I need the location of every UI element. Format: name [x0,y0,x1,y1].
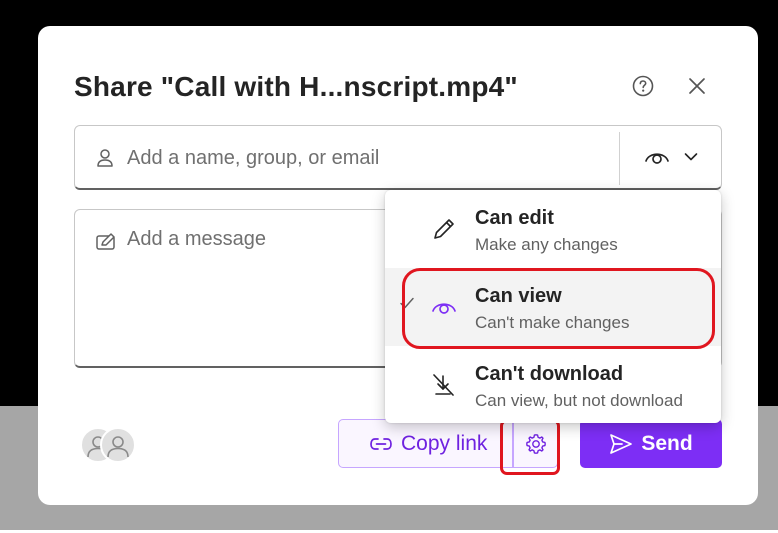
menu-item-can-view[interactable]: Can view Can't make changes [385,268,721,346]
close-icon [689,78,705,94]
menu-item-title: Can't download [475,363,624,385]
menu-item-can-edit[interactable]: Can edit Make any changes [385,190,721,268]
menu-item-description: Make any changes [475,235,618,254]
help-button[interactable] [630,73,656,99]
dialog-title: Share "Call with H...nscript.mp4" [74,71,518,102]
send-icon [610,433,633,454]
question-circle-icon [632,75,654,97]
menu-item-description: Can't make changes [475,313,630,332]
no-download-icon [431,372,457,398]
avatar [100,427,136,463]
menu-item-title: Can view [475,285,562,307]
recipient-input[interactable] [127,140,607,176]
link-settings-button[interactable] [513,419,558,468]
copy-link-button[interactable]: Copy link [338,419,513,468]
people-icon [107,436,129,458]
link-icon [370,437,392,450]
send-label: Send [641,431,693,455]
eye-icon [645,153,669,164]
gear-icon [525,433,546,454]
permission-dropdown-button[interactable] [620,126,722,188]
chevron-down-icon [684,153,698,161]
pencil-icon [431,216,457,242]
shared-with-avatars[interactable] [80,427,140,467]
checkmark-icon [399,296,415,315]
eye-icon [431,294,457,320]
close-button[interactable] [684,73,710,99]
menu-item-description: Can view, but not download [475,391,683,410]
permission-menu: Can edit Make any changes Can view Can't… [385,190,721,423]
recipient-field[interactable] [74,125,722,190]
menu-item-cant-download[interactable]: Can't download Can view, but not downloa… [385,346,721,424]
menu-item-title: Can edit [475,207,554,229]
send-button[interactable]: Send [580,419,722,468]
copy-link-label: Copy link [401,431,488,455]
edit-message-icon [95,232,117,257]
person-icon [95,148,115,173]
